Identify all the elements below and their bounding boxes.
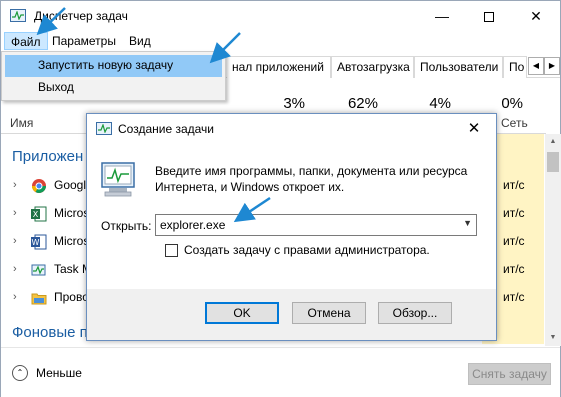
column-name[interactable]: Имя — [10, 116, 33, 130]
svg-text:X: X — [33, 210, 39, 219]
tab-users[interactable]: Пользователи — [414, 56, 503, 78]
scroll-thumb[interactable] — [547, 152, 559, 172]
maximize-icon — [484, 12, 494, 23]
menu-file[interactable]: Файл — [4, 32, 48, 50]
create-task-dialog: Создание задачи ✕ Введите имя программы,… — [86, 113, 497, 341]
dialog-body: Введите имя программы, папки, документа … — [87, 144, 496, 289]
dialog-title: Создание задачи — [118, 122, 214, 136]
task-manager-app-icon — [10, 9, 26, 22]
title-bar: Диспетчер задач — ✕ — [1, 1, 560, 31]
chevron-right-icon[interactable]: › — [13, 235, 17, 247]
minimize-button[interactable]: — — [419, 1, 465, 31]
chevron-down-icon[interactable]: ▼ — [463, 218, 472, 228]
chrome-icon — [32, 179, 46, 193]
task-manager-icon — [31, 264, 46, 276]
folder-icon — [31, 293, 47, 305]
row-label: Micros — [54, 206, 90, 220]
row-network-value: ит/с — [503, 262, 525, 276]
scroll-down-icon[interactable]: ▼ — [545, 331, 561, 345]
svg-text:W: W — [32, 238, 40, 247]
close-button[interactable]: ✕ — [513, 1, 559, 31]
column-network[interactable]: Сеть — [501, 116, 528, 130]
menu-item-run-new-task[interactable]: Запустить новую задачу — [5, 55, 222, 77]
admin-checkbox[interactable] — [165, 244, 178, 257]
open-command-combobox[interactable]: explorer.exe ▼ — [155, 214, 477, 236]
row-network-value: ит/с — [503, 178, 525, 192]
chevron-up-icon[interactable]: ⌃ — [12, 365, 28, 381]
tab-more[interactable]: По — [503, 56, 527, 78]
row-network-value: ит/с — [503, 234, 525, 248]
excel-icon: X — [31, 206, 47, 222]
row-network-value: ит/с — [503, 206, 525, 220]
scroll-up-icon[interactable]: ▲ — [545, 135, 561, 149]
fewer-details-link[interactable]: Меньше — [36, 366, 82, 380]
list-item[interactable]: › Task M — [1, 256, 92, 284]
tab-app-history[interactable]: нал приложений — [227, 56, 331, 78]
cpu-percent[interactable]: 3% — [271, 95, 305, 112]
word-icon: W — [31, 234, 47, 250]
run-program-icon — [101, 162, 135, 197]
command-input[interactable]: explorer.exe — [160, 218, 225, 232]
chevron-right-icon[interactable]: › — [13, 263, 17, 275]
open-label: Открыть: — [101, 219, 152, 233]
dialog-description: Введите имя программы, папки, документа … — [155, 164, 468, 194]
group-apps: Приложен — [12, 148, 84, 165]
disk-percent[interactable]: 4% — [419, 95, 451, 112]
chevron-right-icon[interactable]: › — [13, 207, 17, 219]
menu-params[interactable]: Параметры — [46, 32, 122, 50]
end-task-button[interactable]: Снять задачу — [468, 363, 551, 385]
list-item[interactable]: › Прово — [1, 284, 91, 312]
ok-button[interactable]: OK — [205, 302, 279, 324]
dialog-footer: OK Отмена Обзор... — [87, 289, 496, 340]
dialog-title-bar: Создание задачи ✕ — [87, 114, 496, 144]
file-menu-dropdown: Запустить новую задачу Выход — [1, 51, 226, 101]
memory-percent[interactable]: 62% — [336, 95, 378, 112]
row-network-value: ит/с — [503, 290, 525, 304]
list-item[interactable]: › W Micros — [1, 228, 91, 256]
chevron-right-icon[interactable]: › — [13, 291, 17, 303]
tab-scroll-right-icon[interactable]: ▶ — [544, 57, 560, 75]
list-item[interactable]: › X Micros — [1, 200, 91, 228]
dialog-close-icon[interactable]: ✕ — [459, 118, 489, 140]
row-label: Прово — [54, 290, 89, 304]
task-manager-app-icon — [96, 122, 112, 135]
maximize-button[interactable] — [466, 1, 512, 31]
network-percent[interactable]: 0% — [489, 95, 523, 112]
group-background: Фоновые п — [12, 324, 88, 341]
menu-item-exit[interactable]: Выход — [5, 77, 222, 99]
list-item[interactable]: › Google — [1, 172, 93, 200]
admin-checkbox-label[interactable]: Создать задачу с правами администратора. — [184, 243, 430, 257]
tab-startup[interactable]: Автозагрузка — [331, 56, 414, 78]
chevron-right-icon[interactable]: › — [13, 179, 17, 191]
row-label: Micros — [54, 234, 90, 248]
window-title: Диспетчер задач — [34, 9, 128, 23]
cancel-button[interactable]: Отмена — [292, 302, 366, 324]
menu-view[interactable]: Вид — [123, 32, 157, 50]
tab-scroll-left-icon[interactable]: ◀ — [528, 57, 544, 75]
browse-button[interactable]: Обзор... — [378, 302, 452, 324]
menu-bar: Файл Параметры Вид — [1, 31, 560, 51]
bottom-bar: ⌃ Меньше Снять задачу — [1, 347, 560, 397]
